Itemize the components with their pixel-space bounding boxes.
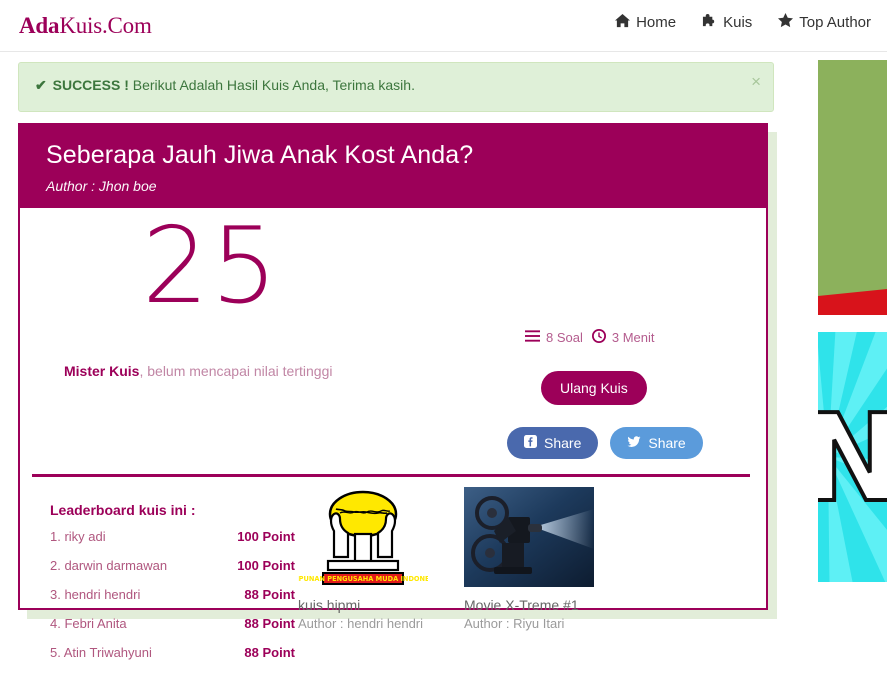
leaderboard-name: 2. darwin darmawan [50,558,168,573]
list-item[interactable]: 3. hendri hendri 88 Point [50,587,295,602]
ad-letter: N [818,390,887,529]
meta-questions-label: 8 Soal [546,330,583,345]
nav-item-home-label: Home [636,14,677,31]
leaderboard-name: 1. riky adi [50,529,106,544]
leaderboard-title: Leaderboard kuis ini : [50,502,196,518]
score-note-rank: Mister Kuis [64,363,140,379]
leaderboard-points: 100 Point [237,558,295,573]
leaderboard-name: 4. Febri Anita [50,616,127,631]
meta-duration-label: 3 Menit [611,330,655,345]
leaderboard-name: 3. hendri hendri [50,587,141,602]
nav-item-top-author-label: Top Author [799,14,871,31]
check-icon: ✔ [35,77,47,93]
leaderboard-points: 88 Point [244,587,295,602]
brand-rest: Kuis.Com [59,13,152,38]
section-divider [32,474,750,477]
quiz-card-hipmi[interactable]: HIMPUNAN PENGUSAHA MUDA INDONESIA kuis h… [298,487,428,632]
nav-item-kuis[interactable]: Kuis [702,13,752,32]
score-section: 25 Mister Kuis, belum mencapai nilai ter… [20,205,766,477]
quiz-card-author: Author : Riyu Itari [464,615,565,631]
brand-ada: Ada [19,13,60,38]
quiz-card-title: kuis hipmi [298,597,361,613]
list-item[interactable]: 4. Febri Anita 88 Point [50,616,295,631]
nav-links: Home Kuis Top Author [615,13,871,32]
puzzle-icon [702,13,717,32]
meta-duration: 3 Menit [591,329,655,346]
share-twitter-label: Share [648,435,686,451]
hipmi-logo-thumbnail: HIMPUNAN PENGUSAHA MUDA INDONESIA [298,487,428,587]
film-projector-thumbnail [464,487,594,587]
page-container: ✔ SUCCESS ! Berikut Adalah Hasil Kuis An… [18,62,774,112]
clock-icon [591,329,606,346]
leaderboard-points: 100 Point [237,529,295,544]
quiz-author: Author : Jhon boe [46,177,157,194]
green-banner-ad[interactable] [818,60,887,315]
top-navbar: AdaKuis.Com Home Kuis Top Author [0,0,887,52]
nav-item-top-author[interactable]: Top Author [778,13,871,32]
leaderboard-points: 88 Point [244,645,295,660]
score-value: 25 [142,205,280,327]
quiz-card-movie[interactable]: Movie X-Treme #1 Author : Riyu Itari [464,487,594,632]
alert-label: SUCCESS ! [52,77,129,93]
share-facebook-label: Share [544,435,582,451]
alert-message: Berikut Adalah Hasil Kuis Anda, Terima k… [132,77,415,93]
share-facebook-button[interactable]: Share [507,427,599,459]
site-logo[interactable]: AdaKuis.Com [19,13,152,39]
panel-header: Seberapa Jauh Jiwa Anak Kost Anda? Autho… [20,125,766,208]
quiz-result-panel: Seberapa Jauh Jiwa Anak Kost Anda? Autho… [18,123,768,660]
home-icon [615,13,631,32]
svg-text:HIMPUNAN PENGUSAHA MUDA INDONE: HIMPUNAN PENGUSAHA MUDA INDONESIA [298,575,428,583]
quiz-card-author: Author : hendri hendri [298,615,424,631]
list-item[interactable]: 2. darwin darmawan 100 Point [50,558,295,573]
score-note-text: , belum mencapai nilai tertinggi [139,363,333,379]
nav-item-kuis-label: Kuis [723,14,753,31]
score-note: Mister Kuis, belum mencapai nilai tertin… [64,363,332,379]
panel-body: 25 Mister Kuis, belum mencapai nilai ter… [20,205,766,660]
twitter-icon [627,435,641,451]
meta-questions: 8 Soal [525,330,583,345]
success-alert: ✔ SUCCESS ! Berikut Adalah Hasil Kuis An… [18,62,774,112]
quiz-card-title: Movie X-Treme #1 [464,597,579,613]
star-icon [778,13,794,32]
list-item[interactable]: 5. Atin Triwahyuni 88 Point [50,645,295,660]
share-buttons: Share Share [507,427,703,459]
list-item[interactable]: 1. riky adi 100 Point [50,529,295,544]
share-twitter-button[interactable]: Share [610,427,703,459]
page-title: Seberapa Jauh Jiwa Anak Kost Anda? [46,141,474,169]
leaderboard: Leaderboard kuis ini : 1. riky adi 100 P… [50,502,295,674]
facebook-icon [524,435,537,451]
leaderboard-name: 5. Atin Triwahyuni [50,645,152,660]
related-quizzes: HIMPUNAN PENGUSAHA MUDA INDONESIA kuis h… [298,487,594,632]
list-icon [525,330,540,345]
retry-quiz-button[interactable]: Ulang Kuis [541,371,647,405]
nav-item-home[interactable]: Home [615,13,676,32]
quiz-meta: 8 Soal 3 Menit [525,329,655,346]
leaderboard-points: 88 Point [244,616,295,631]
close-icon[interactable]: × [751,73,761,90]
cyan-sunburst-ad[interactable]: N [818,332,887,582]
